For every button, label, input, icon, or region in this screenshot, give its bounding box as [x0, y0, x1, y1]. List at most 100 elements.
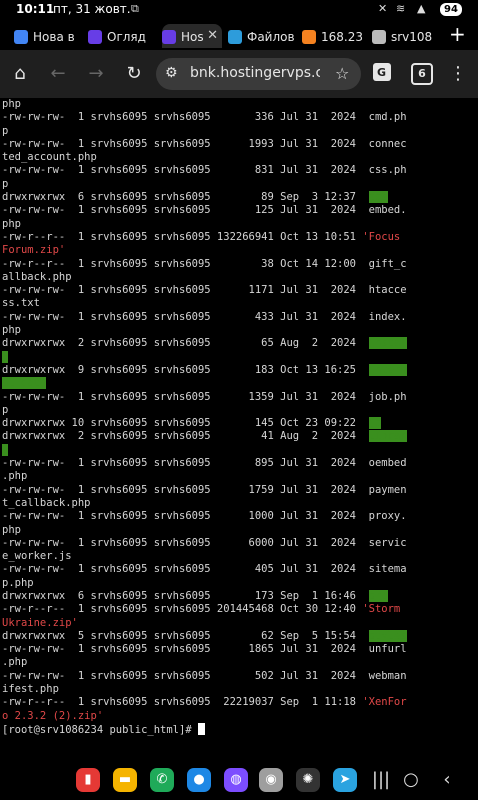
files-icon: [228, 29, 242, 44]
tab-label: Файлов: [247, 29, 295, 44]
line-text: p: [2, 124, 9, 137]
tab-label: srv108: [391, 29, 433, 44]
android-dock: ||| ○ ‹ ▮ ▬ ✆ ● ◍ ◉ ✺ ➤: [0, 760, 478, 800]
line-text: p.php: [2, 576, 34, 589]
terminal-line: -rw-r--r-- 1 srvhs6095 srvhs6095 38 Oct …: [2, 258, 407, 270]
signal-icon: ▲: [417, 2, 426, 15]
close-tab-icon[interactable]: ✕: [207, 24, 218, 48]
terminal-line: -rw-rw-rw- 1 srvhs6095 srvhs6095 1993 Ju…: [2, 138, 407, 150]
line-text: ifest.php: [2, 683, 59, 696]
line-text: drwxrwxrwx 2 srvhs6095 srvhs6095 65 Aug …: [2, 337, 369, 350]
terminal-line: -rw-rw-rw- 1 srvhs6095 srvhs6095 1359 Ju…: [2, 391, 407, 403]
tab-6[interactable]: srv108: [372, 24, 442, 48]
home-nav-button[interactable]: ○: [400, 769, 422, 790]
directory-name: intern: [368, 363, 407, 376]
terminal-line: -rw-r--r-- 1 srvhs6095 srvhs6095 2221903…: [2, 696, 407, 708]
tab-5[interactable]: 168.23: [302, 24, 368, 48]
line-text: -rw-rw-rw- 1 srvhs6095 srvhs6095 405 Jul…: [2, 563, 407, 576]
screenshot-icon: ⧉: [131, 2, 139, 15]
line-text: -rw-rw-rw- 1 srvhs6095 srvhs6095 433 Jul…: [2, 310, 407, 323]
line-text: -rw-rw-rw- 1 srvhs6095 srvhs6095 1000 Ju…: [2, 510, 407, 523]
notes-app-icon[interactable]: ▮: [76, 768, 100, 792]
terminal-line: ted_account.php: [2, 151, 97, 163]
directory-name: l: [2, 350, 9, 363]
line-text: drwxrwxrwx 6 srvhs6095 srvhs6095 89 Sep …: [2, 191, 369, 204]
new-tab-button[interactable]: +: [449, 22, 466, 46]
archive-name: 'Focus: [362, 230, 401, 243]
recents-nav-button[interactable]: |||: [370, 769, 392, 790]
terminal-line: drwxrwxrwx 2 srvhs6095 srvhs6095 65 Aug …: [2, 337, 407, 350]
terminal-line: drwxrwxrwx 5 srvhs6095 srvhs6095 62 Sep …: [2, 629, 407, 642]
camera-app-icon[interactable]: ◉: [259, 768, 283, 792]
telegram-app-icon[interactable]: ➤: [333, 768, 357, 792]
line-text: p: [2, 177, 9, 190]
bookmark-star-icon[interactable]: ☆: [335, 64, 349, 83]
phone-app-icon[interactable]: ✆: [150, 768, 174, 792]
terminal-line: drwxrwxrwx 6 srvhs6095 srvhs6095 89 Sep …: [2, 191, 388, 204]
line-text: php: [2, 98, 21, 110]
browser-tab-strip: Нова в Огляд Hos ✕ Файлов 168.23 srv108: [0, 20, 478, 50]
terminal-line: p: [2, 404, 8, 416]
address-bar[interactable]: ⚙ bnk.hostingervps.com/ ☆: [156, 58, 361, 90]
directory-name: librar: [368, 430, 407, 443]
translate-icon[interactable]: G: [370, 62, 394, 86]
archive-name: 'XenFor: [362, 696, 407, 709]
tab-switcher-button[interactable]: 6: [411, 63, 433, 85]
terminal-cursor[interactable]: [197, 722, 205, 735]
line-text: -rw-rw-rw- 1 srvhs6095 srvhs6095 1993 Ju…: [2, 137, 407, 150]
chrome-icon: [14, 29, 28, 44]
terminal-line: Forum.zip': [2, 244, 65, 256]
tab-3[interactable]: Hos ✕: [162, 24, 222, 48]
cpanel-icon: [302, 29, 316, 44]
terminal-line: -rw-rw-rw- 1 srvhs6095 srvhs6095 6000 Ju…: [2, 537, 407, 549]
tab-4[interactable]: Файлов: [228, 24, 298, 48]
terminal-line: t_callback.php: [2, 497, 91, 509]
terminal-line: php: [2, 98, 21, 110]
back-button[interactable]: ←: [46, 62, 70, 86]
terminal-line: drwxrwxrwx 10 srvhs6095 srvhs6095 145 Oc…: [2, 417, 382, 430]
terminal-line: -rw-rw-rw- 1 srvhs6095 srvhs6095 1865 Ju…: [2, 643, 407, 655]
reload-button[interactable]: ↻: [122, 62, 146, 86]
line-text: -rw-rw-rw- 1 srvhs6095 srvhs6095 1865 Ju…: [2, 643, 407, 656]
terminal-output[interactable]: php -rw-rw-rw- 1 srvhs6095 srvhs6095 336…: [0, 98, 478, 760]
line-text: e_worker.js: [2, 550, 72, 563]
menu-kebab-icon[interactable]: ⋮: [446, 62, 470, 86]
messages-app-icon[interactable]: ●: [187, 768, 211, 792]
terminal-line: -rw-rw-rw- 1 srvhs6095 srvhs6095 433 Jul…: [2, 311, 407, 323]
url-text[interactable]: bnk.hostingervps.com/: [190, 65, 320, 81]
chatgpt-app-icon[interactable]: ✺: [296, 768, 320, 792]
browser-toolbar: ⌂ ← → ↻ ⚙ bnk.hostingervps.com/ ☆ G 6 ⋮: [0, 50, 478, 98]
terminal-line: allback.php: [2, 271, 72, 283]
tab-label: 168.23: [321, 29, 363, 44]
terminal-line: drwxrwxrwx 9 srvhs6095 srvhs6095 183 Oct…: [2, 363, 407, 376]
tab-1[interactable]: Нова в: [14, 24, 84, 48]
archive-name: 'Storm: [362, 603, 401, 616]
line-text: -rw-r--r-- 1 srvhs6095 srvhs6095 2221903…: [2, 696, 363, 709]
terminal-line: -rw-rw-rw- 1 srvhs6095 srvhs6095 502 Jul…: [2, 670, 407, 682]
terminal-line: l: [2, 350, 9, 363]
globe-icon: [372, 29, 386, 44]
line-text: -rw-r--r-- 1 srvhs6095 srvhs6095 38 Oct …: [2, 257, 407, 270]
home-icon[interactable]: ⌂: [8, 62, 32, 86]
terminal-line: php: [2, 218, 21, 230]
svg-text:G: G: [377, 66, 386, 79]
line-text: drwxrwxrwx 9 srvhs6095 srvhs6095 183 Oct…: [2, 363, 369, 376]
directory-name: css: [368, 191, 388, 204]
line-text: -rw-rw-rw- 1 srvhs6095 srvhs6095 125 Jul…: [2, 204, 407, 217]
tab-2[interactable]: Огляд: [88, 24, 158, 48]
line-text: .php: [2, 470, 28, 483]
files-app-icon[interactable]: ▬: [113, 768, 137, 792]
battery-indicator: 94: [440, 3, 462, 16]
browser-app-icon[interactable]: ◍: [224, 768, 248, 792]
shell-prompt: [root@srv1086234 public_html]#: [2, 723, 198, 736]
line-text: .php: [2, 656, 28, 669]
line-text: php: [2, 217, 21, 230]
back-nav-button[interactable]: ‹: [436, 769, 458, 790]
terminal-line: drwxrwxrwx 2 srvhs6095 srvhs6095 41 Aug …: [2, 430, 407, 443]
site-settings-icon[interactable]: ⚙: [165, 65, 178, 81]
terminal-line: .php: [2, 470, 27, 482]
terminal-line: -rw-rw-rw- 1 srvhs6095 srvhs6095 1759 Ju…: [2, 484, 407, 496]
forward-button[interactable]: →: [84, 62, 108, 86]
archive-name: Ukraine.zip': [2, 616, 78, 629]
tab-label: Нова в: [33, 29, 75, 44]
